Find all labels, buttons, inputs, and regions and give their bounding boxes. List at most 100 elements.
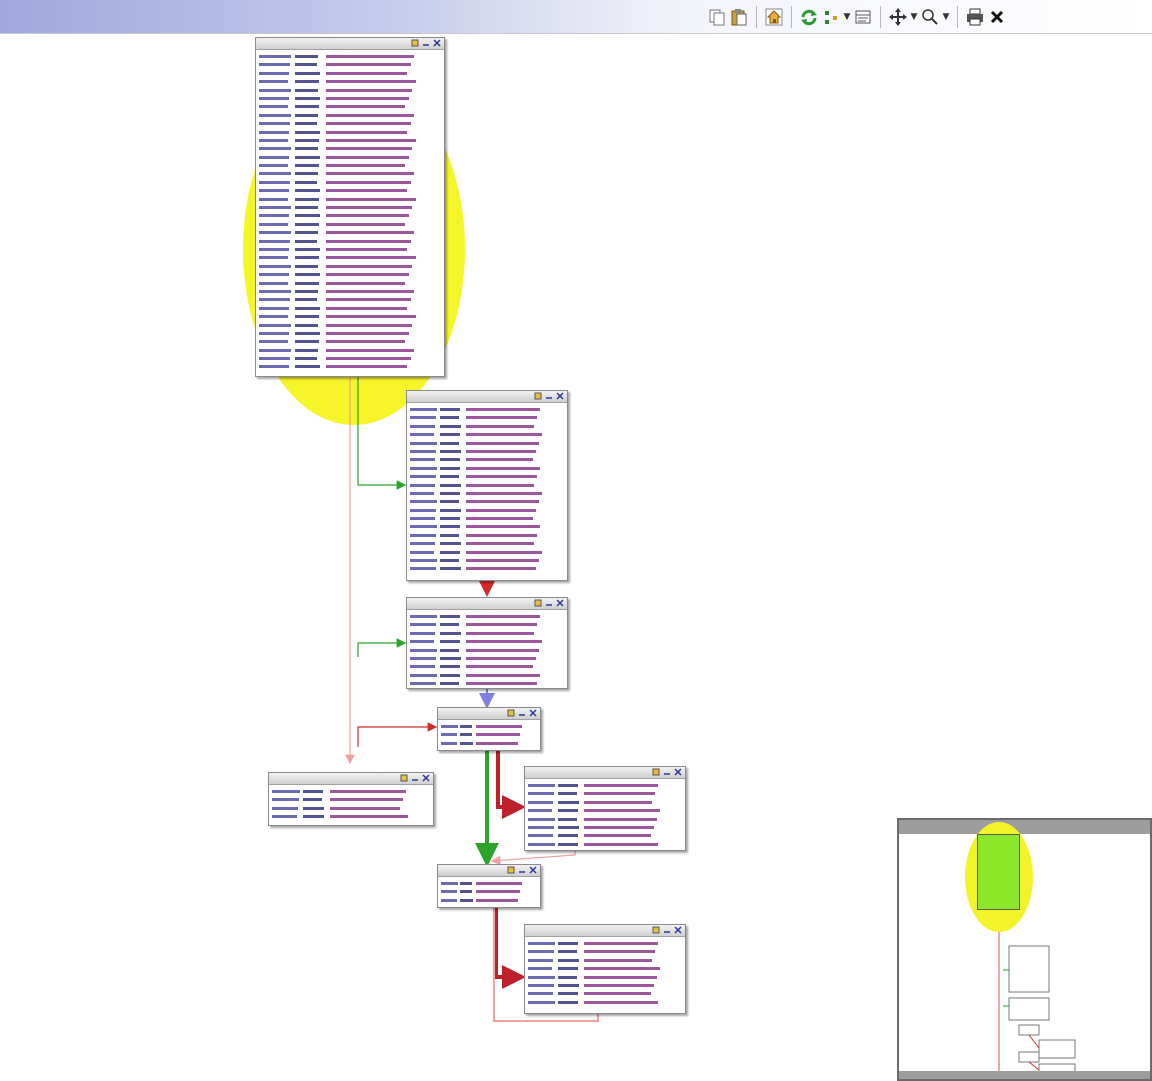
zoom-dropdown-caret[interactable]: ▼	[941, 6, 951, 28]
code-line[interactable]	[259, 128, 441, 136]
code-line[interactable]	[441, 730, 537, 738]
code-line[interactable]	[528, 815, 682, 823]
code-line[interactable]	[441, 887, 537, 895]
code-line[interactable]	[410, 430, 564, 438]
code-line[interactable]	[410, 637, 564, 645]
code-line[interactable]	[410, 612, 564, 620]
code-line[interactable]	[528, 789, 682, 797]
node-close-icon[interactable]	[556, 599, 564, 607]
code-line[interactable]	[410, 455, 564, 463]
code-line[interactable]	[528, 823, 682, 831]
code-line[interactable]	[259, 228, 441, 236]
code-line[interactable]	[410, 548, 564, 556]
code-line[interactable]	[272, 787, 430, 795]
code-line[interactable]	[259, 119, 441, 127]
code-line[interactable]	[528, 806, 682, 814]
code-line[interactable]	[410, 489, 564, 497]
code-line[interactable]	[410, 531, 564, 539]
code-line[interactable]	[410, 472, 564, 480]
close-button[interactable]	[986, 6, 1008, 28]
node-close-icon[interactable]	[529, 709, 537, 717]
code-line[interactable]	[259, 102, 441, 110]
node-color-icon[interactable]	[652, 926, 660, 934]
code-line[interactable]	[259, 220, 441, 228]
node-color-icon[interactable]	[507, 709, 515, 717]
code-line[interactable]	[259, 270, 441, 278]
node-minimize-icon[interactable]	[518, 709, 526, 717]
code-line[interactable]	[259, 237, 441, 245]
code-line[interactable]	[528, 973, 682, 981]
node-color-icon[interactable]	[534, 599, 542, 607]
code-line[interactable]	[528, 831, 682, 839]
graph-node-block-8[interactable]	[268, 772, 434, 826]
code-line[interactable]	[259, 337, 441, 345]
code-line[interactable]	[259, 144, 441, 152]
code-line[interactable]	[528, 981, 682, 989]
node-close-icon[interactable]	[529, 866, 537, 874]
display-options-button[interactable]	[852, 6, 874, 28]
graph-node-block-6[interactable]	[437, 864, 541, 908]
code-line[interactable]	[259, 178, 441, 186]
code-line[interactable]	[259, 186, 441, 194]
code-line[interactable]	[272, 804, 430, 812]
code-line[interactable]	[410, 646, 564, 654]
code-line[interactable]	[528, 989, 682, 997]
code-line[interactable]	[259, 346, 441, 354]
paste-button[interactable]	[728, 6, 750, 28]
code-line[interactable]	[259, 279, 441, 287]
code-line[interactable]	[259, 253, 441, 261]
code-line[interactable]	[410, 405, 564, 413]
move-dropdown-caret[interactable]: ▼	[909, 6, 919, 28]
graph-node-block-5[interactable]	[524, 766, 686, 851]
code-line[interactable]	[259, 262, 441, 270]
code-line[interactable]	[259, 77, 441, 85]
code-line[interactable]	[259, 304, 441, 312]
code-line[interactable]	[410, 522, 564, 530]
code-line[interactable]	[259, 354, 441, 362]
code-line[interactable]	[441, 879, 537, 887]
code-line[interactable]	[259, 161, 441, 169]
code-line[interactable]	[259, 245, 441, 253]
node-color-icon[interactable]	[411, 39, 419, 47]
code-line[interactable]	[410, 679, 564, 687]
code-line[interactable]	[272, 795, 430, 803]
node-color-icon[interactable]	[534, 392, 542, 400]
code-line[interactable]	[410, 506, 564, 514]
code-line[interactable]	[259, 52, 441, 60]
code-line[interactable]	[259, 69, 441, 77]
code-line[interactable]	[259, 321, 441, 329]
code-line[interactable]	[528, 947, 682, 955]
code-line[interactable]	[441, 739, 537, 747]
code-line[interactable]	[528, 939, 682, 947]
code-line[interactable]	[410, 413, 564, 421]
code-line[interactable]	[259, 295, 441, 303]
node-close-icon[interactable]	[422, 774, 430, 782]
code-line[interactable]	[272, 812, 430, 820]
graph-node-block-7[interactable]	[524, 924, 686, 1014]
code-line[interactable]	[441, 896, 537, 904]
code-line[interactable]	[528, 798, 682, 806]
code-line[interactable]	[259, 195, 441, 203]
zoom-button[interactable]	[919, 6, 941, 28]
code-line[interactable]	[410, 439, 564, 447]
code-line[interactable]	[410, 620, 564, 628]
node-minimize-icon[interactable]	[411, 774, 419, 782]
code-line[interactable]	[410, 629, 564, 637]
node-minimize-icon[interactable]	[545, 392, 553, 400]
code-line[interactable]	[259, 312, 441, 320]
node-color-icon[interactable]	[400, 774, 408, 782]
code-line[interactable]	[410, 422, 564, 430]
node-close-icon[interactable]	[674, 768, 682, 776]
graph-node-entry[interactable]	[255, 37, 445, 377]
move-button[interactable]	[887, 6, 909, 28]
node-close-icon[interactable]	[556, 392, 564, 400]
code-line[interactable]	[410, 447, 564, 455]
code-line[interactable]	[410, 464, 564, 472]
code-line[interactable]	[410, 556, 564, 564]
graph-node-block-2[interactable]	[406, 390, 568, 581]
code-line[interactable]	[410, 481, 564, 489]
node-color-icon[interactable]	[652, 768, 660, 776]
code-line[interactable]	[410, 514, 564, 522]
refresh-button[interactable]	[798, 6, 820, 28]
code-line[interactable]	[410, 662, 564, 670]
